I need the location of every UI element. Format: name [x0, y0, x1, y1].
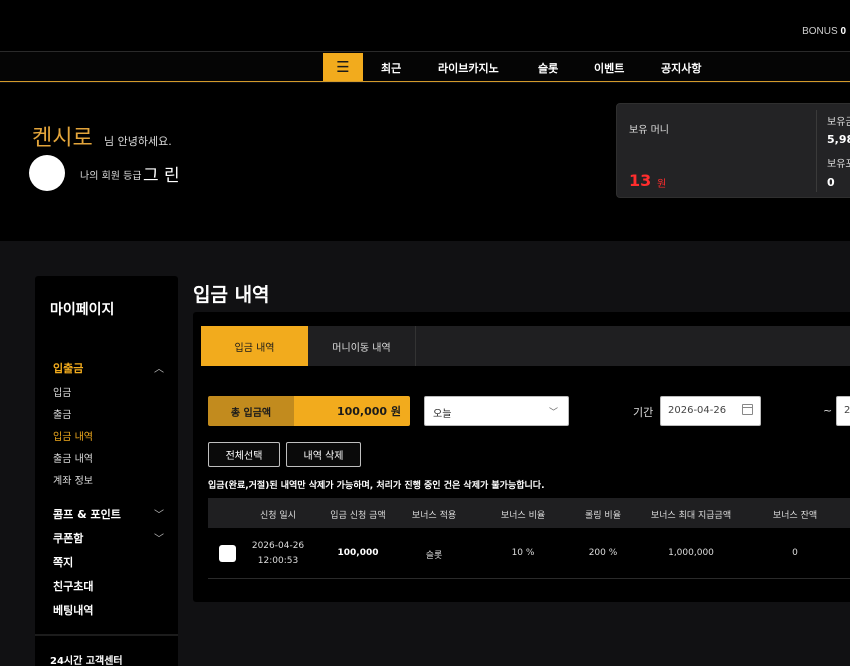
sidebar-item-account-info[interactable]: 계좌 정보 — [53, 472, 93, 487]
sidebar-group-deposit[interactable]: 입출금 — [53, 360, 83, 376]
money-card: 보유 머니 13 원 보유금 5,98 보유포 0 — [616, 103, 850, 198]
nav-item-notice[interactable]: 공지사항 — [661, 60, 701, 76]
date-to-input[interactable]: 2 — [836, 396, 850, 426]
row-bonus-max: 1,000,000 — [668, 548, 714, 558]
column-header: 신청 일시 — [260, 511, 296, 521]
nav-item-recent[interactable]: 최근 — [381, 60, 401, 76]
date-from-value: 2026-04-26 — [668, 405, 727, 416]
period-label: 기간 — [633, 406, 654, 419]
sidebar-group-comp-point[interactable]: 콤프 & 포인트 — [53, 506, 121, 522]
total-deposit: 총 입금액 100,000 원 — [208, 396, 410, 426]
row-bonus-applied: 슬롯 — [425, 551, 443, 561]
sidebar-item-deposit-history[interactable]: 입금 내역 — [53, 428, 93, 443]
sidebar-item-withdraw[interactable]: 출금 — [53, 406, 71, 421]
column-header: 롤링 비율 — [585, 511, 621, 521]
grade-label: 나의 회원 등급 — [80, 171, 142, 182]
chevron-down-icon[interactable]: ﹀ — [154, 530, 164, 545]
sidebar: 마이페이지 입출금 ︿ 입금 출금 입금 내역 출금 내역 계좌 정보 콤프 &… — [35, 276, 178, 666]
bonus-value: 0 — [840, 26, 846, 37]
username: 켄시로 — [32, 126, 93, 151]
table-row: 2026-04-26 12:00:53 100,000 슬롯 10 % 200 … — [208, 528, 850, 579]
side-value-1: 5,98 — [827, 133, 850, 146]
delete-history-button[interactable]: 내역 삭제 — [286, 442, 361, 467]
money-unit: 원 — [657, 179, 667, 190]
money-label: 보유 머니 — [629, 125, 669, 136]
row-checkbox[interactable] — [219, 545, 236, 562]
total-label: 총 입금액 — [208, 396, 294, 426]
tab-deposit-history[interactable]: 입금 내역 — [201, 326, 308, 366]
side-label-1: 보유금 — [827, 117, 850, 128]
row-bonus-rate: 10 % — [511, 548, 535, 558]
sidebar-support[interactable]: 24시간 고객센터 — [50, 652, 123, 666]
sidebar-divider — [35, 634, 178, 636]
money-amount: 13 — [629, 171, 652, 190]
date-from-input[interactable]: 2026-04-26 — [660, 396, 761, 426]
sidebar-item-invite[interactable]: 친구초대 — [53, 578, 93, 594]
chevron-up-icon[interactable]: ︿ — [154, 360, 164, 375]
delete-notice: 입금(완료,거절)된 내역만 삭제가 가능하며, 처리가 진행 중인 건은 삭제… — [208, 481, 545, 491]
top-bar: BONUS 0 — [0, 0, 850, 52]
tab-bar: 입금 내역 머니이동 내역 — [201, 326, 850, 366]
sidebar-item-deposit[interactable]: 입금 — [53, 384, 71, 399]
sidebar-item-withdraw-history[interactable]: 출금 내역 — [53, 450, 93, 465]
card-divider — [816, 110, 817, 192]
sidebar-item-betting[interactable]: 베팅내역 — [53, 602, 93, 618]
date-range-separator: ~ — [823, 404, 833, 417]
sidebar-item-message[interactable]: 쪽지 — [53, 554, 73, 570]
grade-value: 그 린 — [143, 166, 180, 186]
sidebar-group-coupon[interactable]: 쿠폰함 — [53, 530, 83, 546]
bonus-label: BONUS — [802, 26, 838, 37]
avatar — [29, 155, 65, 191]
chevron-down-icon[interactable]: ﹀ — [154, 506, 164, 521]
row-amount: 100,000 — [337, 548, 379, 558]
column-header: 보너스 최대 지급금액 — [650, 511, 732, 521]
chevron-down-icon: ﹀ — [548, 408, 558, 418]
nav-item-live-casino[interactable]: 라이브카지노 — [438, 60, 499, 76]
nav-item-slot[interactable]: 슬롯 — [538, 60, 558, 76]
greeting: 님 안녕하세요. — [104, 135, 172, 148]
menu-button[interactable]: ☰ — [323, 53, 363, 81]
select-all-button[interactable]: 전체선택 — [208, 442, 280, 467]
row-rolling-rate: 200 % — [588, 548, 618, 558]
hamburger-icon: ☰ — [336, 57, 350, 76]
sidebar-title: 마이페이지 — [50, 302, 115, 318]
period-select[interactable]: 오늘 ﹀ — [424, 396, 569, 426]
profile-header: 켄시로 님 안녕하세요. 나의 회원 등급 그 린 보유 머니 13 원 보유금… — [0, 83, 850, 241]
content-panel: 입금 내역 머니이동 내역 총 입금액 100,000 원 오늘 ﹀ 기간 20… — [193, 312, 850, 602]
main-nav: ☰ 최근 라이브카지노 슬롯 이벤트 공지사항 — [0, 52, 850, 82]
table-header: 신청 일시 입금 신청 금액 보너스 적용 보너스 비율 롤링 비율 보너스 최… — [208, 498, 850, 528]
tab-money-transfer[interactable]: 머니이동 내역 — [308, 326, 416, 366]
nav-item-event[interactable]: 이벤트 — [594, 60, 624, 76]
row-date: 2026-04-26 — [251, 541, 305, 551]
column-header: 보너스 잔액 — [772, 511, 818, 521]
row-bonus-balance: 0 — [792, 548, 798, 558]
column-header: 입금 신청 금액 — [330, 511, 386, 521]
period-select-value: 오늘 — [433, 409, 452, 420]
calendar-icon[interactable] — [742, 404, 753, 415]
column-header: 보너스 비율 — [500, 511, 546, 521]
date-to-value: 2 — [844, 405, 850, 416]
bonus-display: BONUS 0 — [802, 26, 846, 37]
row-time: 12:00:53 — [257, 556, 299, 566]
side-value-2: 0 — [827, 176, 835, 189]
column-header: 보너스 적용 — [411, 511, 457, 521]
page-title: 입금 내역 — [193, 284, 270, 306]
total-value: 100,000 원 — [294, 396, 410, 426]
side-label-2: 보유포 — [827, 159, 850, 170]
